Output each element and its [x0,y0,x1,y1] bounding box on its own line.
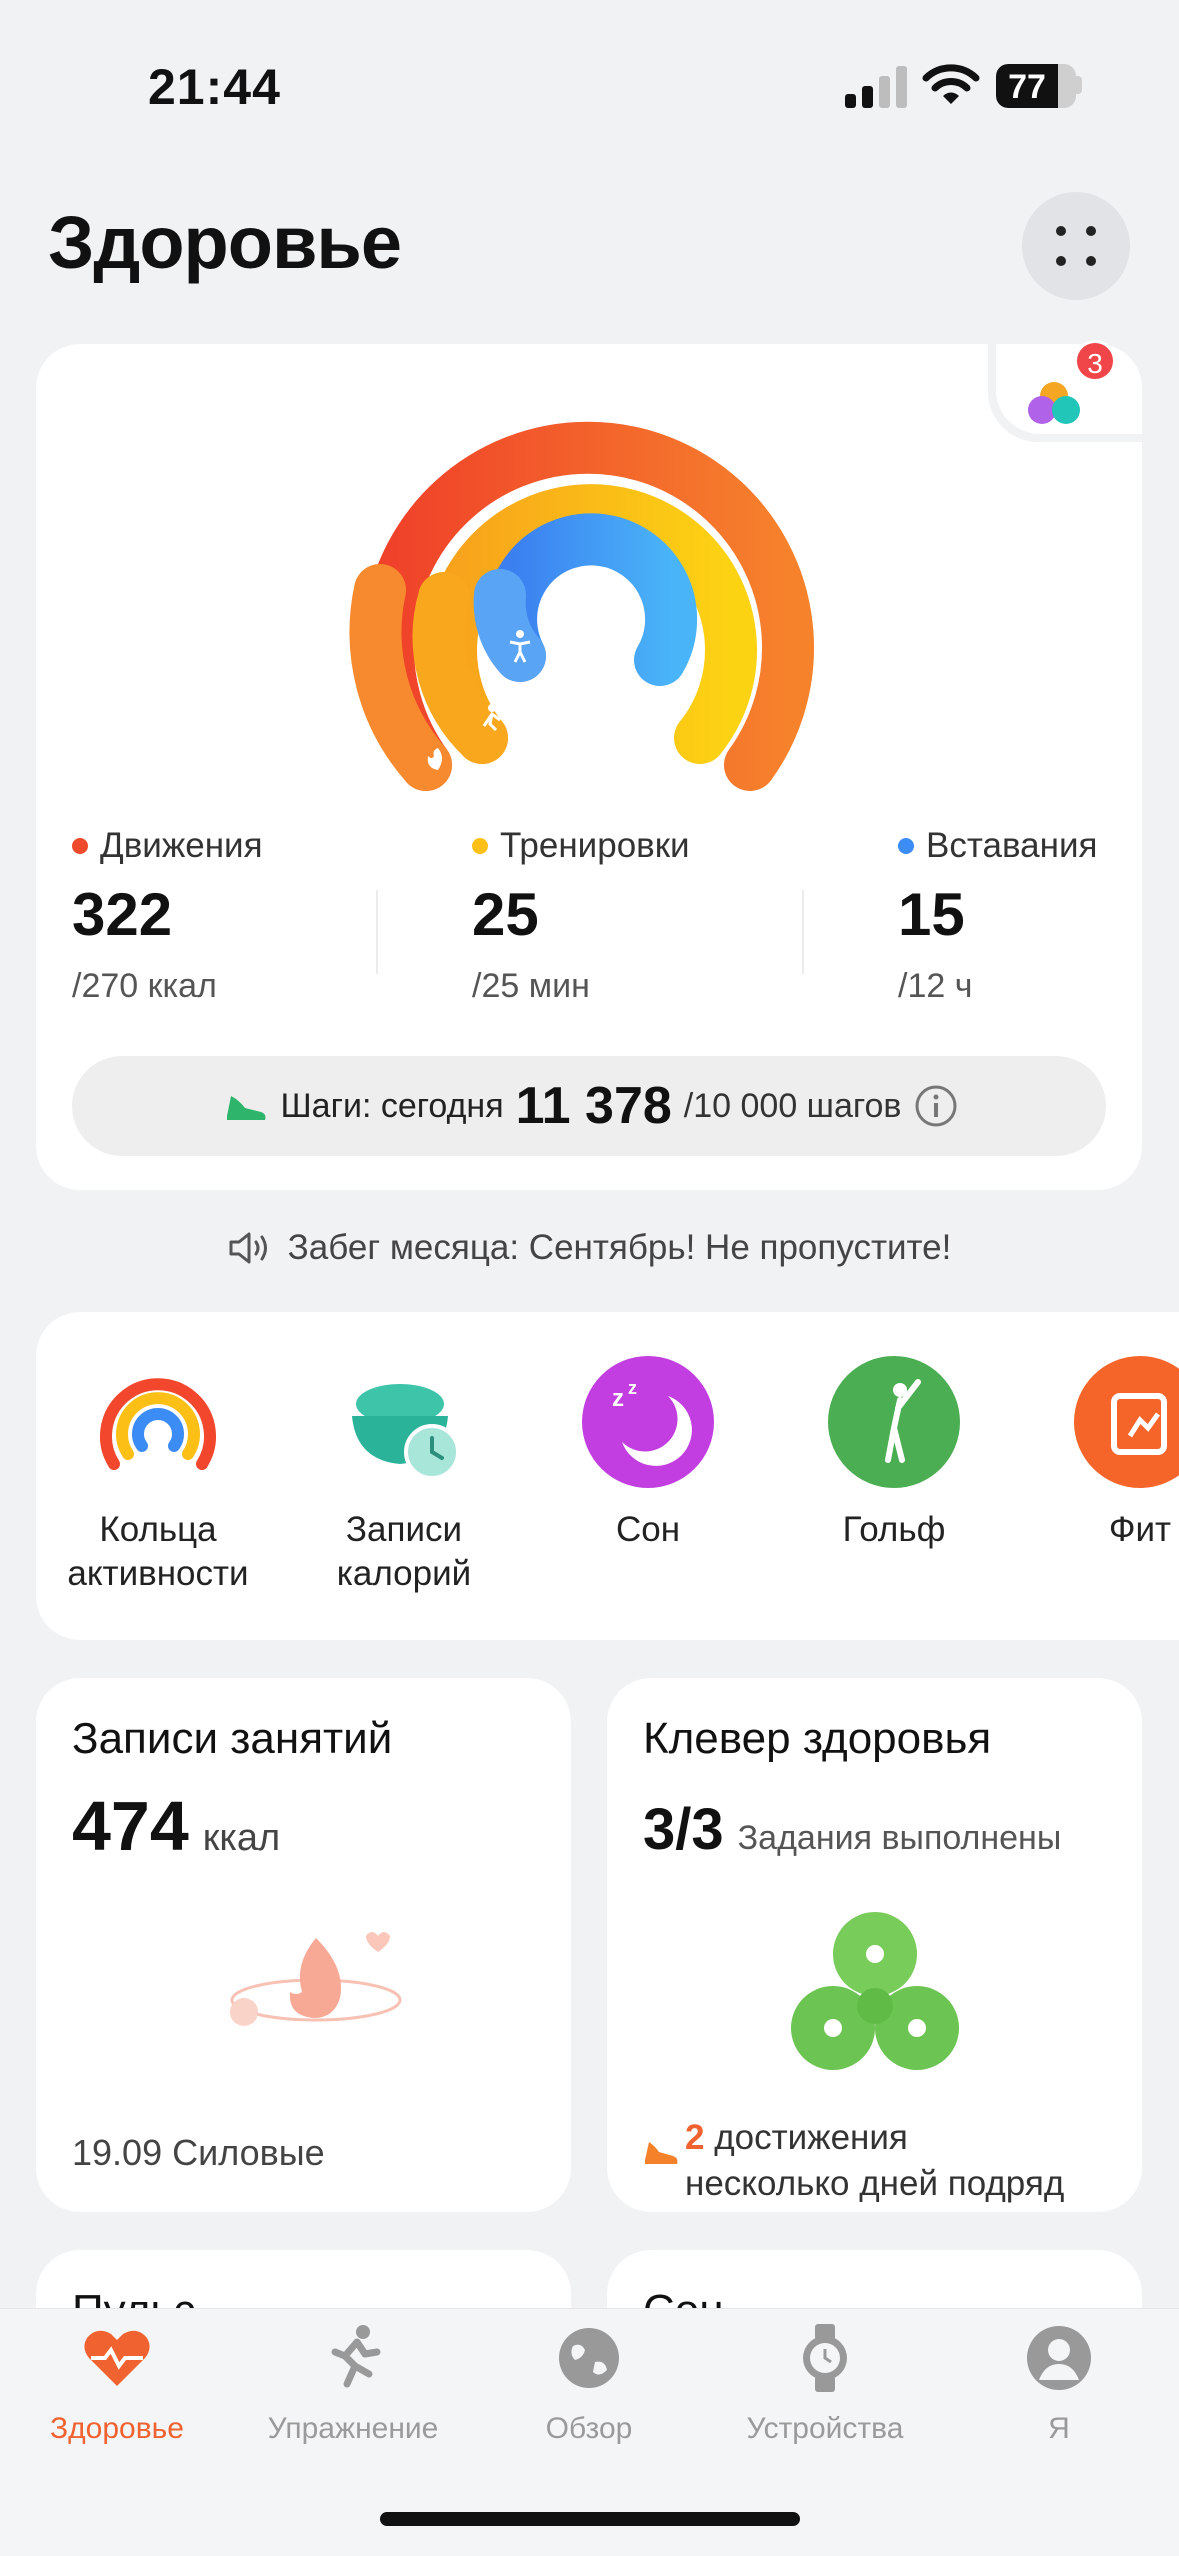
streak-text1: достижения [714,2118,908,2157]
svg-text:z: z [612,1385,624,1412]
divider [802,890,804,974]
tab-health[interactable]: Здоровье [2,2322,232,2446]
stat-move-goal: /270 ккал [72,967,217,1005]
tab-me-label: Я [1048,2412,1070,2445]
grid-menu-button[interactable] [1022,192,1130,300]
stand-dot-icon [898,838,914,854]
streak-shoe-icon [645,2142,678,2164]
running-person-icon [331,2325,381,2388]
stat-stand-goal: /12 ч [898,967,973,1005]
tab-discover-label: Обзор [545,2412,633,2445]
steps-goal: /10 000 шагов [683,1086,902,1125]
tab-health-label: Здоровье [50,2412,184,2445]
shortcut-sleep-label: Сон [615,1510,681,1549]
announcement-text: Забег месяца: Сентябрь! Не пропустите! [287,1228,952,1267]
workout-records-tile[interactable]: Записи занятий 474 ккал 19.09 Силовые [36,1678,571,2212]
clover-icon [791,1912,959,2070]
tab-discover[interactable]: Обзор [474,2322,704,2446]
streak-count: 2 [685,2118,705,2157]
stat-move[interactable]: Движения 322 /270 ккал [72,826,263,1006]
cellular-signal-icon [845,66,907,108]
achievements-badge-button[interactable] [996,344,1142,434]
clover-value: 3/3 [643,1797,724,1862]
stat-exercise-goal: /25 мин [472,967,590,1005]
shortcuts-card: Кольца активности Записи калорий z z Сон [36,1312,1179,1640]
stat-stand[interactable]: Вставания 15 /12 ч [898,826,1097,1006]
steps-value: 11 378 [515,1077,672,1135]
battery-tip [1076,76,1082,94]
home-indicator [380,2512,800,2526]
clover-title: Клевер здоровья [643,1714,992,1763]
clover-status: Задания выполнены [737,1819,1062,1857]
stat-stand-label: Вставания [926,826,1098,865]
battery-indicator: 77 [996,64,1076,108]
steps-label: Шаги: сегодня [280,1086,504,1125]
notification-count-badge: 3 [1074,340,1116,382]
shortcut-calories-label2: калорий [336,1554,472,1593]
tab-exercise-label: Упражнение [267,2412,439,2445]
activity-rings-chart[interactable] [340,370,840,810]
shoe-icon [226,1096,265,1120]
shortcut-golf[interactable]: Гольф [784,1356,1004,1552]
tab-exercise[interactable]: Упражнение [238,2322,468,2446]
calorie-bowl-icon [352,1384,460,1480]
sleep-moon-icon: z z [582,1356,714,1488]
status-time: 21:44 [148,59,281,115]
shortcut-activity-rings[interactable]: Кольца активности [48,1356,268,1596]
shortcut-sleep[interactable]: z z Сон [538,1356,758,1552]
workout-last-session: 19.09 Силовые [72,2132,325,2173]
activity-rings-icon [100,1378,216,1470]
clover-streak: 2 достижения [685,2118,908,2158]
flame-illustration-icon [230,1932,402,2026]
steps-summary-button[interactable]: Шаги: сегодня 11 378 /10 000 шагов [72,1056,1106,1156]
shortcut-calories[interactable]: Записи калорий [294,1356,514,1596]
profile-avatar-icon [1027,2326,1091,2390]
stat-exercise-value: 25 [472,881,539,948]
health-clover-tile[interactable]: Клевер здоровья 3/3 Задания выполнены 2 … [607,1678,1142,2212]
stat-exercise-label: Тренировки [500,826,690,865]
wifi-icon [922,64,980,104]
divider [376,890,378,974]
fitness-icon [1074,1356,1179,1488]
exercise-dot-icon [472,838,488,854]
achievements-icon [1028,382,1080,424]
watch-icon [803,2324,847,2392]
move-dot-icon [72,838,88,854]
shortcut-activity-rings-label1: Кольца [99,1510,217,1549]
speaker-icon [229,1232,267,1264]
shortcut-fitness[interactable]: Фит [1030,1356,1179,1552]
stat-stand-value: 15 [898,881,965,948]
shortcut-activity-rings-label2: активности [67,1554,249,1593]
globe-icon [559,2328,619,2388]
page-title: Здоровье [48,201,402,284]
stat-exercise[interactable]: Тренировки 25 /25 мин [472,826,690,1006]
info-icon[interactable] [914,1084,958,1128]
shortcut-calories-label1: Записи [345,1510,463,1549]
heart-pulse-icon [84,2330,150,2386]
streak-text2: несколько дней подряд [685,2164,1065,2203]
workout-calories-unit: ккал [202,1817,281,1859]
tab-devices-label: Устройства [746,2412,904,2445]
shortcut-fitness-label: Фит [1108,1510,1172,1549]
svg-text:z: z [628,1378,637,1398]
stat-move-value: 322 [72,881,173,948]
tab-me[interactable]: Я [944,2322,1174,2446]
announcement-banner[interactable]: Забег месяца: Сентябрь! Не пропустите! [0,1228,1179,1268]
tab-devices[interactable]: Устройства [710,2322,940,2446]
workout-title: Записи занятий [72,1714,393,1763]
golf-icon [828,1356,960,1488]
workout-calories-value: 474 [72,1787,189,1865]
shortcut-golf-label: Гольф [842,1510,946,1549]
stat-move-label: Движения [100,826,263,865]
